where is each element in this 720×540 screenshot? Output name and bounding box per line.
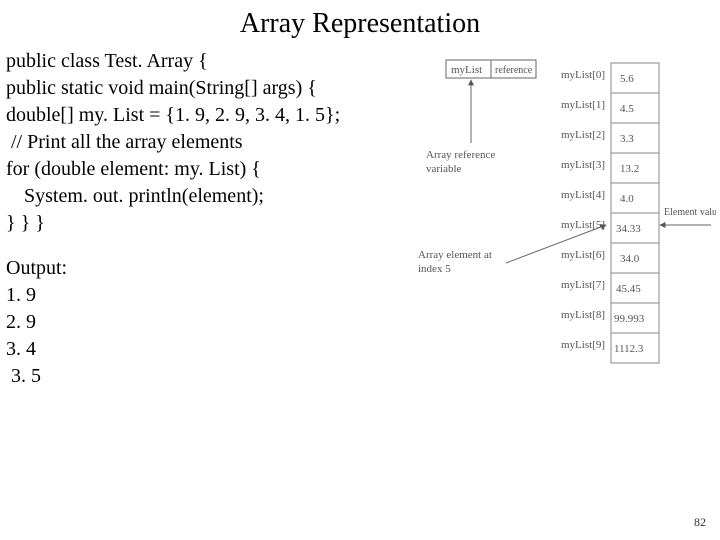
- array-row: myList[5] 34.33: [561, 213, 659, 243]
- array-row: myList[3] 13.2: [561, 153, 659, 183]
- code-line: public class Test. Array {: [6, 48, 416, 75]
- output-line: 1. 9: [6, 282, 416, 309]
- array-row: myList[8] 99.993: [561, 303, 659, 333]
- array-row: myList[0] 5.6: [561, 63, 659, 93]
- output-label: Output:: [6, 255, 416, 282]
- array-row: myList[2] 3.3: [561, 123, 659, 153]
- array-index-label: myList[7]: [561, 279, 605, 291]
- code-line: System. out. println(element);: [6, 183, 416, 210]
- array-index-label: myList[1]: [561, 99, 605, 111]
- array-index-label: myList[5]: [561, 219, 605, 231]
- array-index-label: myList[6]: [561, 249, 605, 261]
- elem-label-line2: index 5: [418, 263, 451, 275]
- array-cell-value: 34.33: [616, 223, 641, 235]
- code-column: public class Test. Array { public static…: [6, 48, 416, 390]
- array-cell-value: 34.0: [620, 253, 640, 265]
- array-row: myList[6] 34.0: [561, 243, 659, 273]
- array-index-label: myList[9]: [561, 339, 605, 351]
- output-line: 2. 9: [6, 309, 416, 336]
- ref-label-line1: Array reference: [426, 149, 495, 161]
- array-diagram: myList reference Array reference variabl…: [416, 58, 716, 378]
- array-row: myList[1] 4.5: [561, 93, 659, 123]
- elem-label-line1: Array element at: [418, 249, 492, 261]
- array-row: myList[4] 4.0: [561, 183, 659, 213]
- array-cell: [611, 123, 659, 153]
- array-index-label: myList[0]: [561, 69, 605, 81]
- array-cell-value: 4.0: [620, 193, 634, 205]
- code-line: double[] my. List = {1. 9, 2. 9, 3. 4, 1…: [6, 102, 416, 129]
- diagram-column: myList reference Array reference variabl…: [416, 48, 714, 390]
- code-comment: // Print all the array elements: [6, 129, 416, 156]
- element-value-label: Element value: [664, 207, 716, 218]
- array-index-label: myList[8]: [561, 309, 605, 321]
- array-cell-value: 5.6: [620, 73, 634, 85]
- array-cell-value: 3.3: [620, 133, 634, 145]
- output-line: 3. 5: [6, 363, 416, 390]
- ref-box-right-label: reference: [495, 65, 533, 76]
- code-line: } } }: [6, 210, 416, 237]
- ref-label-line2: variable: [426, 163, 462, 175]
- page-number: 82: [694, 515, 706, 530]
- array-cell-value: 13.2: [620, 163, 639, 175]
- array-index-label: myList[3]: [561, 159, 605, 171]
- array-cell-value: 45.45: [616, 283, 641, 295]
- array-row: myList[7] 45.45: [561, 273, 659, 303]
- ref-box-left-label: myList: [451, 64, 482, 76]
- array-cell-value: 99.993: [614, 313, 645, 325]
- array-cell-value: 4.5: [620, 103, 634, 115]
- body-wrap: public class Test. Array { public static…: [0, 48, 720, 390]
- array-cell: [611, 63, 659, 93]
- code-line: for (double element: my. List) {: [6, 156, 416, 183]
- array-cells: myList[0] 5.6 myList[1] 4.5 myList[2] 3.…: [561, 63, 659, 363]
- slide: Array Representation public class Test. …: [0, 0, 720, 540]
- array-cell: [611, 183, 659, 213]
- slide-title: Array Representation: [0, 0, 720, 48]
- array-index-label: myList[4]: [561, 189, 605, 201]
- output-line: 3. 4: [6, 336, 416, 363]
- array-cell-value: 1112.3: [614, 343, 644, 355]
- code-line: public static void main(String[] args) {: [6, 75, 416, 102]
- array-cell: [611, 93, 659, 123]
- array-row: myList[9] 1112.3: [561, 333, 659, 363]
- array-index-label: myList[2]: [561, 129, 605, 141]
